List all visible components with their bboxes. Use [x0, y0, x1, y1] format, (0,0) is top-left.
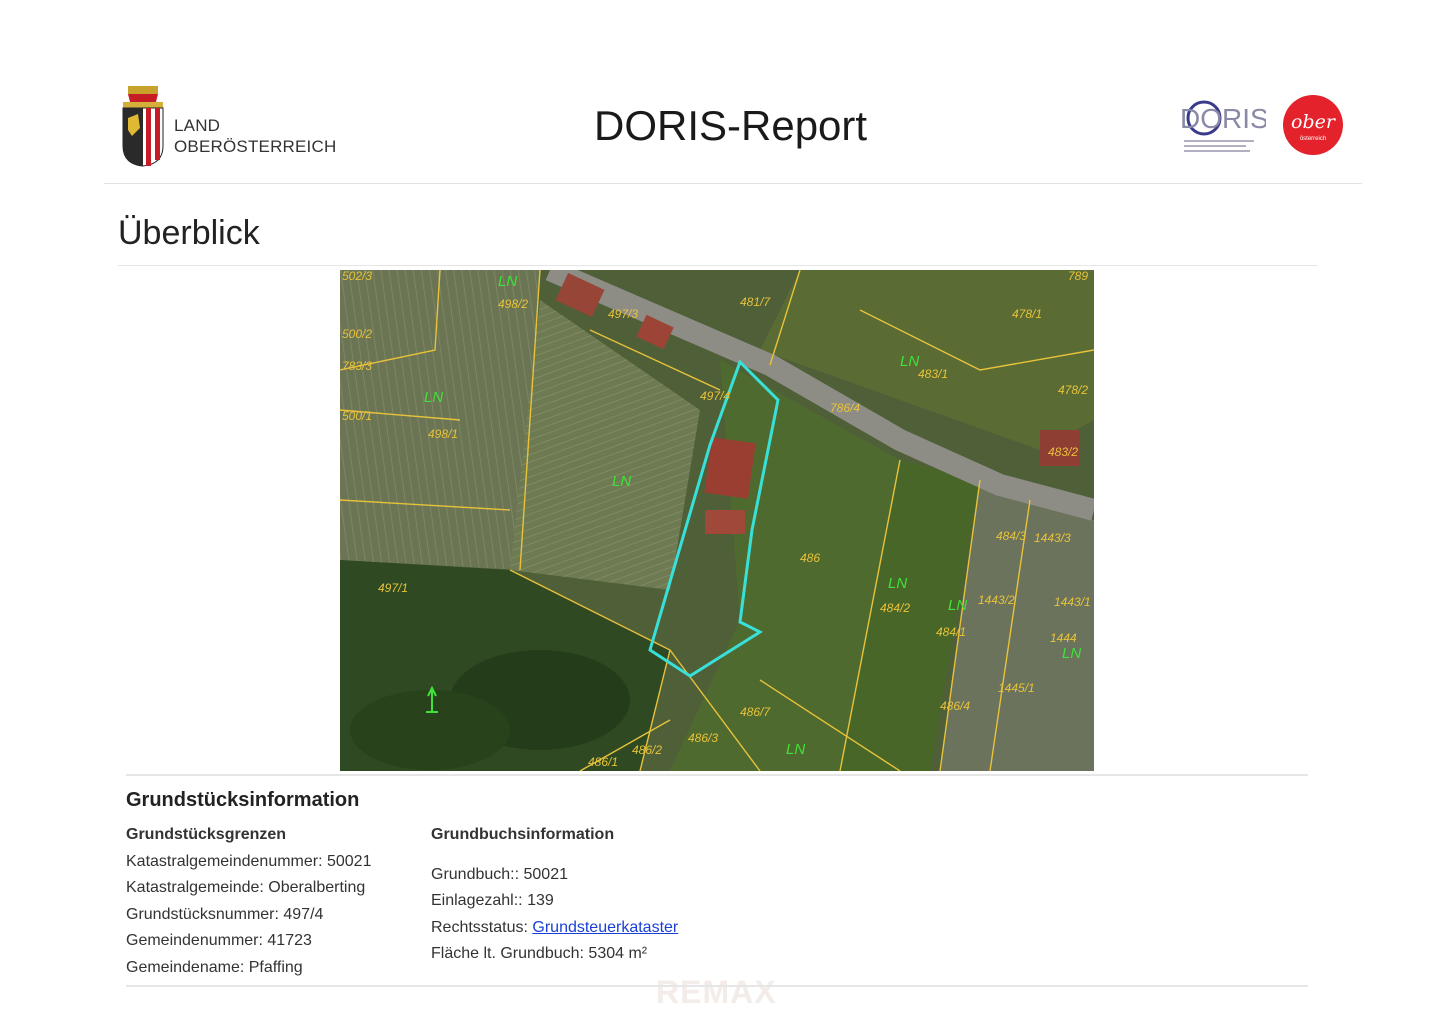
parcel-label: 1443/1 — [1054, 595, 1091, 609]
parcel-label: 486/7 — [740, 705, 771, 719]
land-name-line2: OBERÖSTERREICH — [174, 137, 337, 156]
parcel-label: 500/1 — [342, 409, 372, 423]
parcel-label: 484/3 — [996, 529, 1026, 543]
land-use-label: LN — [498, 273, 517, 290]
parcel-label: 498/2 — [498, 297, 528, 311]
parcel-label: 486/1 — [588, 755, 618, 769]
parcel-label: 1444 — [1050, 631, 1077, 645]
land-use-label: LN — [424, 389, 443, 406]
parcel-boundaries-section: Grundstücksgrenzen Katastralgemeindenumm… — [126, 822, 371, 981]
overview-divider — [118, 265, 1318, 266]
parcel-label: 1443/3 — [1034, 531, 1071, 545]
parcel-label: 483/2 — [1048, 445, 1078, 459]
legal-status-label: Rechtsstatus: — [431, 918, 528, 936]
municipality-number: Gemeindenummer: 41723 — [126, 932, 312, 949]
parcel-label: 497/1 — [378, 581, 408, 595]
parcel-label: 500/2 — [342, 327, 372, 341]
land-use-label: LN — [1062, 645, 1081, 662]
info-divider-bottom — [126, 985, 1308, 987]
land-use-label: LN — [900, 353, 919, 370]
parcel-label: 478/2 — [1058, 383, 1088, 397]
land-register-heading: Grundbuchsinformation — [431, 826, 615, 843]
building — [704, 437, 756, 499]
oberoesterreich-logo: ober österreich — [1283, 95, 1343, 155]
parcel-label: 486 — [800, 551, 820, 565]
parcel-label: 789 — [1068, 270, 1088, 283]
parcel-label: 502/3 — [342, 270, 372, 283]
parcel-label: 486/4 — [940, 699, 970, 713]
registered-area: Fläche lt. Grundbuch: 5304 m² — [431, 945, 648, 962]
ooe-logo-text: ober — [1291, 111, 1337, 133]
land-use-label: LN — [888, 575, 907, 592]
parcel-label: 484/2 — [880, 601, 910, 615]
parcel-label: 786/4 — [830, 401, 860, 415]
info-divider-top — [126, 774, 1308, 776]
parcel-label: 481/7 — [740, 295, 771, 309]
parcel-label: 486/3 — [688, 731, 718, 745]
doris-logo: DORIS — [1180, 100, 1266, 152]
grundbuch-number: Grundbuch:: 50021 — [431, 865, 568, 883]
parcel-number: Grundstücksnummer: 497/4 — [126, 905, 324, 923]
remax-watermark: REMAX — [656, 974, 777, 1010]
land-name: LAND OBERÖSTERREICH — [174, 115, 336, 157]
parcel-label: 497/3 — [608, 307, 638, 321]
einlagezahl: Einlagezahl:: 139 — [431, 892, 554, 909]
ooe-logo-subtext: österreich — [1300, 136, 1326, 142]
land-register-section: Grundbuchsinformation Grundbuch:: 50021 … — [431, 822, 678, 968]
parcel-label: 497/4 — [700, 389, 730, 403]
land-use-label: LN — [612, 473, 631, 490]
report-title: DORIS-Report — [594, 102, 868, 149]
doris-logo-text: DORIS — [1180, 103, 1266, 134]
land-use-label: LN — [948, 597, 967, 614]
overview-map: 502/3 498/2 500/2 783/3 500/1 498/1 497/… — [340, 270, 1094, 771]
parcel-label: 486/2 — [632, 743, 662, 757]
legal-status-link[interactable]: Grundsteuerkataster — [532, 919, 678, 936]
cadastral-aerial-map: 502/3 498/2 500/2 783/3 500/1 498/1 497/… — [340, 270, 1094, 771]
info-title: Grundstücksinformation — [126, 789, 360, 811]
parcel-label: 478/1 — [1012, 307, 1042, 321]
parcel-boundaries-heading: Grundstücksgrenzen — [126, 826, 287, 843]
parcel-label: 483/1 — [918, 367, 948, 381]
cadastral-municipality-number: Katastralgemeindenummer: 50021 — [126, 852, 372, 870]
municipality-name: Gemeindename: Pfaffing — [126, 958, 303, 976]
parcel-label: 498/1 — [428, 427, 458, 441]
land-oberoesterreich-coat-of-arms-logo — [122, 86, 164, 167]
report-header: LAND OBERÖSTERREICH DORIS-Report DORIS o… — [104, 80, 1362, 184]
building — [705, 510, 745, 534]
parcel-label: 783/3 — [342, 359, 372, 373]
land-name-line1: LAND — [174, 116, 221, 135]
parcel-label: 1445/1 — [998, 681, 1035, 695]
cadastral-municipality: Katastralgemeinde: Oberalberting — [126, 879, 366, 896]
parcel-label: 1443/2 — [978, 593, 1015, 607]
legal-status-row: Rechtsstatus: Grundsteuerkataster — [431, 915, 678, 942]
overview-title: Überblick — [118, 214, 260, 252]
land-use-label: LN — [786, 741, 805, 758]
parcel-label: 484/1 — [936, 625, 966, 639]
